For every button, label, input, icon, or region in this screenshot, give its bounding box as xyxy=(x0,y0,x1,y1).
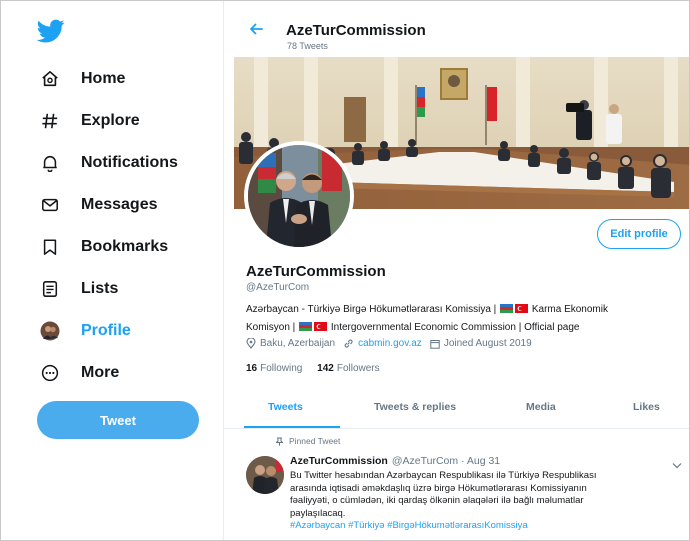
app-window: Home Explore Notifications Messages Book xyxy=(0,0,690,541)
website-link[interactable]: cabmin.gov.az xyxy=(358,338,422,349)
pinned-indicator: Pinned Tweet xyxy=(276,436,340,446)
azerbaijan-flag-icon xyxy=(500,302,514,319)
hashtag-icon xyxy=(39,110,61,132)
sidebar-item-label: Messages xyxy=(81,196,158,213)
turkey-flag-icon xyxy=(515,302,529,319)
tweet-line: fəaliyyəti, o cümlədən, iki qardaş ölkən… xyxy=(290,495,584,506)
sidebar-item-label: Explore xyxy=(81,112,140,129)
profile-tabs: Tweets Tweets & replies Media Likes xyxy=(224,393,689,429)
sidebar-item-messages[interactable]: Messages xyxy=(39,189,158,221)
profile-meta: Baku, Azerbaijan cabmin.gov.az Joined Au… xyxy=(246,338,540,349)
location-item: Baku, Azerbaijan xyxy=(246,338,335,349)
tweet-count: 78 Tweets xyxy=(287,41,328,51)
profile-bio: Azərbaycan - Türkiyə Birgə Hökumətlərara… xyxy=(246,301,681,337)
sidebar: Home Explore Notifications Messages Book xyxy=(1,1,223,540)
profile-handle: @AzeTurCom xyxy=(246,282,310,293)
tweet-text: Bu Twitter hesabından Azərbaycan Respubl… xyxy=(290,470,670,533)
sidebar-item-label: Lists xyxy=(81,280,119,297)
sidebar-item-explore[interactable]: Explore xyxy=(39,105,140,137)
profile-column: AzeTurCommission 78 Tweets Edit profile … xyxy=(223,1,689,540)
bio-text: Intergovernmental Economic Commission | … xyxy=(330,322,580,333)
sidebar-item-label: Notifications xyxy=(81,154,178,171)
azerbaijan-flag-icon xyxy=(299,320,313,337)
profile-name: AzeTurCommission xyxy=(246,263,386,280)
turkey-flag-icon xyxy=(314,320,328,337)
bell-icon xyxy=(39,152,61,174)
tweet-hashtags[interactable]: #Azərbaycan #Türkiyə #BirgəHökumətlərara… xyxy=(290,520,670,533)
twitter-bird-icon[interactable] xyxy=(36,17,65,45)
sidebar-item-home[interactable]: Home xyxy=(39,63,125,95)
followers-link[interactable]: 142 Followers xyxy=(317,363,379,374)
location-pin-icon xyxy=(246,338,256,349)
following-count: 16 xyxy=(246,363,258,374)
tab-media[interactable]: Media xyxy=(526,401,556,413)
tab-likes[interactable]: Likes xyxy=(633,401,660,413)
following-label: Following xyxy=(260,363,303,374)
website-item[interactable]: cabmin.gov.az xyxy=(343,338,422,349)
followers-count: 142 xyxy=(317,363,334,374)
bookmark-icon xyxy=(39,236,61,258)
active-tab-indicator xyxy=(244,426,340,428)
sidebar-item-more[interactable]: More xyxy=(39,357,119,389)
tweet-line: arasında iqtisadi əməkdaşlıq üzrə birgə … xyxy=(290,482,587,494)
tweet-line: Bu Twitter hesabından Azərbaycan Respubl… xyxy=(290,470,597,481)
tweet-author[interactable]: AzeTurCommission xyxy=(290,455,388,467)
sidebar-item-lists[interactable]: Lists xyxy=(39,273,118,305)
envelope-icon xyxy=(39,194,61,216)
sidebar-item-label: Bookmarks xyxy=(81,238,169,255)
tweet-header: AzeTurCommission @AzeTurCom · Aug 31 xyxy=(290,455,500,467)
back-arrow-icon[interactable] xyxy=(248,21,264,37)
profile-header-bar: AzeTurCommission 78 Tweets xyxy=(224,1,689,57)
chevron-down-icon[interactable] xyxy=(672,456,682,474)
sidebar-item-notifications[interactable]: Notifications xyxy=(39,147,178,179)
pin-icon xyxy=(276,437,283,446)
bio-text: Karma Ekonomik xyxy=(531,304,608,315)
location-text: Baku, Azerbaijan xyxy=(260,338,336,349)
home-icon xyxy=(39,68,61,90)
bio-text: Azərbaycan - Türkiyə Birgə Hökumətlərara… xyxy=(246,304,497,315)
calendar-icon xyxy=(430,339,440,349)
page-title: AzeTurCommission xyxy=(286,22,426,39)
link-icon xyxy=(344,339,353,348)
joined-text: Joined August 2019 xyxy=(443,338,532,349)
list-icon xyxy=(39,278,61,300)
tweet-handle-date: @AzeTurCom · Aug 31 xyxy=(391,455,501,467)
tweet-button[interactable]: Tweet xyxy=(37,401,199,439)
followers-label: Followers xyxy=(336,363,380,374)
tab-tweets[interactable]: Tweets xyxy=(268,401,303,413)
sidebar-item-label: Home xyxy=(81,70,126,87)
sidebar-item-profile[interactable]: Profile xyxy=(39,315,131,347)
sidebar-item-label: More xyxy=(81,364,120,381)
following-link[interactable]: 16 Following xyxy=(246,363,302,374)
profile-avatar[interactable] xyxy=(244,141,354,251)
joined-item: Joined August 2019 xyxy=(430,338,532,349)
pinned-label: Pinned Tweet xyxy=(289,436,341,446)
edit-profile-button[interactable]: Edit profile xyxy=(597,219,681,249)
more-icon xyxy=(39,362,61,384)
sidebar-item-bookmarks[interactable]: Bookmarks xyxy=(39,231,168,263)
follow-counts: 16 Following 142 Followers xyxy=(246,363,392,374)
tweet-line: paylaşılacaq. xyxy=(290,507,346,519)
avatar-icon xyxy=(39,320,61,342)
bio-text: Komisyon | xyxy=(246,322,296,333)
tweet-avatar[interactable] xyxy=(246,456,284,494)
pinned-tweet[interactable]: Pinned Tweet AzeTurCommission @AzeTurCom … xyxy=(224,430,689,540)
tab-tweets-and-replies[interactable]: Tweets & replies xyxy=(374,401,456,413)
sidebar-item-label: Profile xyxy=(81,322,131,339)
